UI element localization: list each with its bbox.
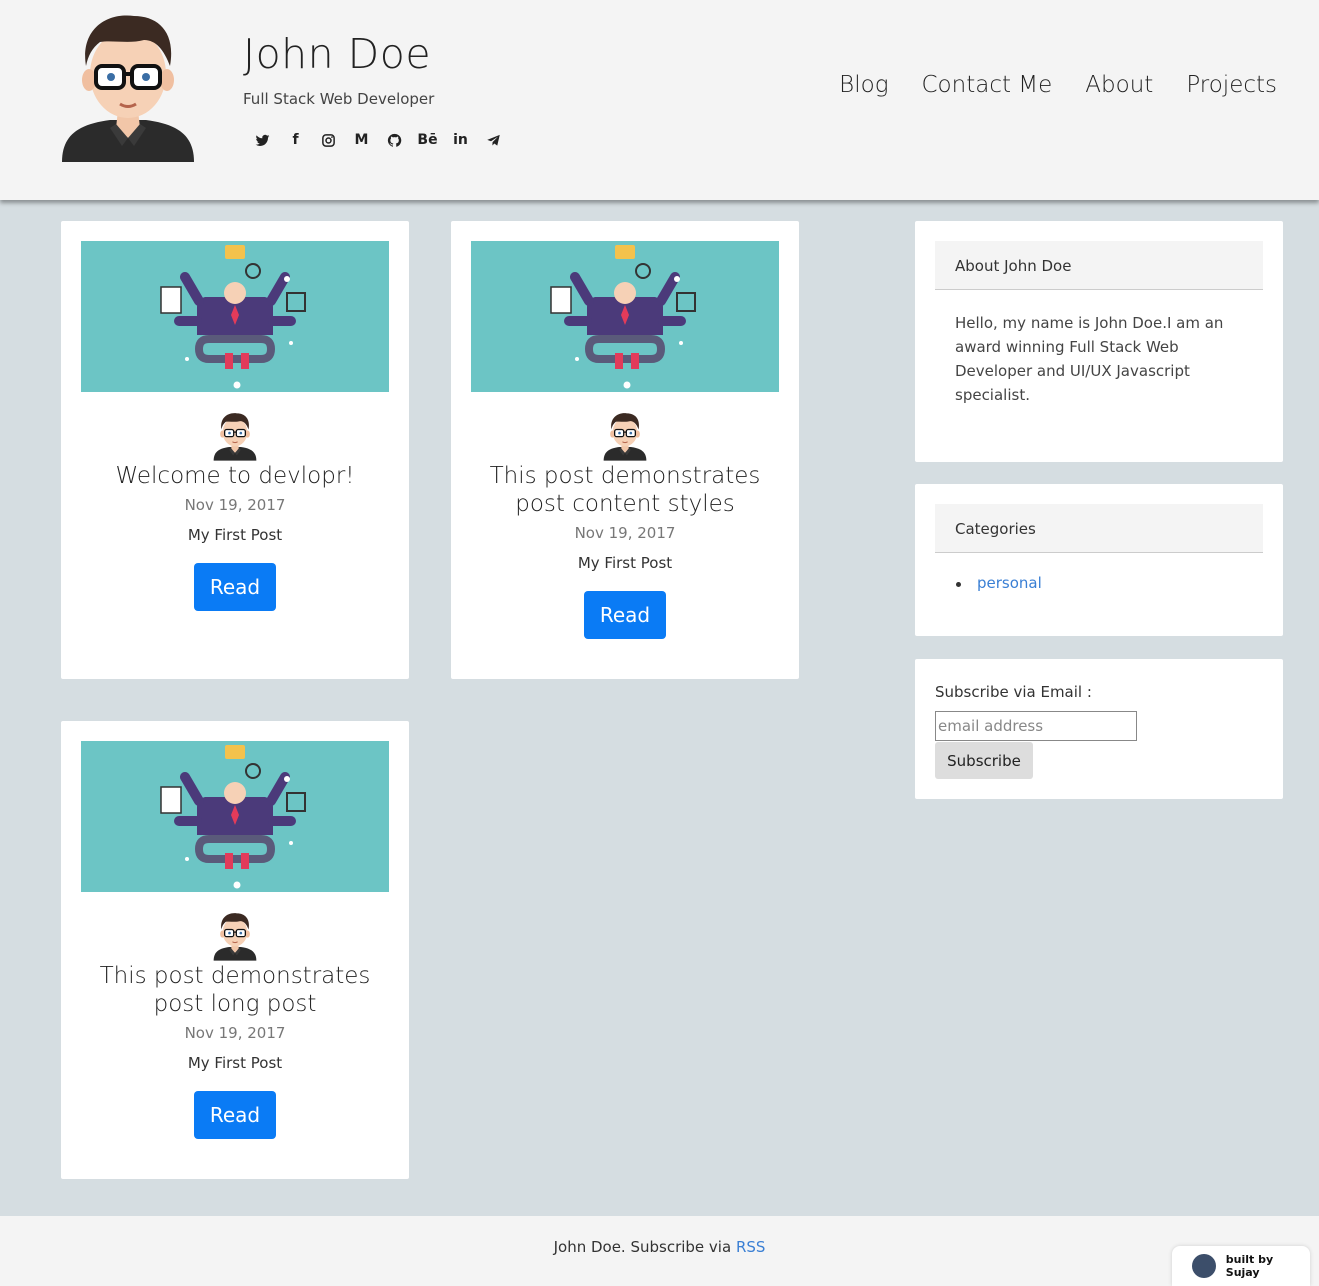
built-by-badge[interactable]: built by Sujay (1172, 1246, 1310, 1286)
badge-avatar (1192, 1254, 1216, 1278)
read-button[interactable]: Read (194, 1091, 276, 1139)
subscribe-button[interactable]: Subscribe (935, 742, 1033, 779)
author-avatar (213, 411, 257, 461)
post-title[interactable]: Welcome to devlopr! (81, 462, 389, 490)
author-avatar (213, 911, 257, 961)
rss-link[interactable]: RSS (736, 1238, 765, 1256)
twitter-icon[interactable] (246, 129, 279, 151)
category-item: personal (955, 574, 1042, 592)
footer-text: John Doe. Subscribe via RSS (0, 1238, 1319, 1256)
nav-projects[interactable]: Projects (1186, 72, 1277, 98)
post-date: Nov 19, 2017 (184, 1024, 286, 1042)
author-avatar (603, 411, 647, 461)
facebook-icon[interactable]: f (279, 129, 312, 151)
about-widget-title: About John Doe (935, 241, 1263, 290)
subscribe-label: Subscribe via Email : (935, 683, 1092, 701)
behance-icon[interactable]: Bē (411, 129, 444, 151)
nav-blog[interactable]: Blog (839, 72, 888, 98)
categories-widget: Categories personal (915, 484, 1283, 636)
post-excerpt: My First Post (187, 1054, 283, 1072)
email-field[interactable] (935, 711, 1137, 741)
nav-contact-me[interactable]: Contact Me (922, 72, 1053, 98)
post-card: Welcome to devlopr! Nov 19, 2017 My Firs… (61, 221, 409, 679)
post-card: This post demonstrates post content styl… (451, 221, 799, 679)
site-footer: John Doe. Subscribe via RSS (0, 1216, 1319, 1286)
badge-text: built by Sujay (1225, 1253, 1274, 1279)
github-icon[interactable] (378, 129, 411, 151)
subscribe-widget: Subscribe via Email : Subscribe (915, 659, 1283, 799)
categories-widget-title: Categories (935, 504, 1263, 553)
main-nav: Blog Contact Me About Projects (839, 72, 1277, 98)
post-thumbnail[interactable] (471, 241, 779, 392)
social-links: f M Bē in (246, 129, 510, 151)
instagram-icon[interactable] (312, 129, 345, 151)
site-title[interactable]: John Doe (243, 30, 431, 78)
post-date: Nov 19, 2017 (574, 524, 676, 542)
post-thumbnail[interactable] (81, 241, 389, 392)
site-subtitle: Full Stack Web Developer (243, 90, 435, 108)
category-link-personal[interactable]: personal (977, 574, 1042, 592)
about-widget: About John Doe Hello, my name is John Do… (915, 221, 1283, 462)
medium-icon[interactable]: M (345, 129, 378, 151)
read-button[interactable]: Read (584, 591, 666, 639)
profile-avatar (60, 10, 196, 162)
post-thumbnail[interactable] (81, 741, 389, 892)
category-list: personal (955, 574, 1042, 592)
linkedin-icon[interactable]: in (444, 129, 477, 151)
read-button[interactable]: Read (194, 563, 276, 611)
post-card: This post demonstrates post long post No… (61, 721, 409, 1179)
post-title[interactable]: This post demonstrates post content styl… (471, 462, 779, 518)
nav-about[interactable]: About (1085, 72, 1153, 98)
footer-copy: John Doe. Subscribe via (553, 1238, 736, 1256)
post-title[interactable]: This post demonstrates post long post (81, 962, 389, 1018)
about-text: Hello, my name is John Doe.I am an award… (955, 314, 1224, 404)
telegram-icon[interactable] (477, 129, 510, 151)
post-date: Nov 19, 2017 (184, 496, 286, 514)
post-excerpt: My First Post (577, 554, 673, 572)
site-header: John Doe Full Stack Web Developer f M Bē… (0, 0, 1319, 200)
post-excerpt: My First Post (187, 526, 283, 544)
